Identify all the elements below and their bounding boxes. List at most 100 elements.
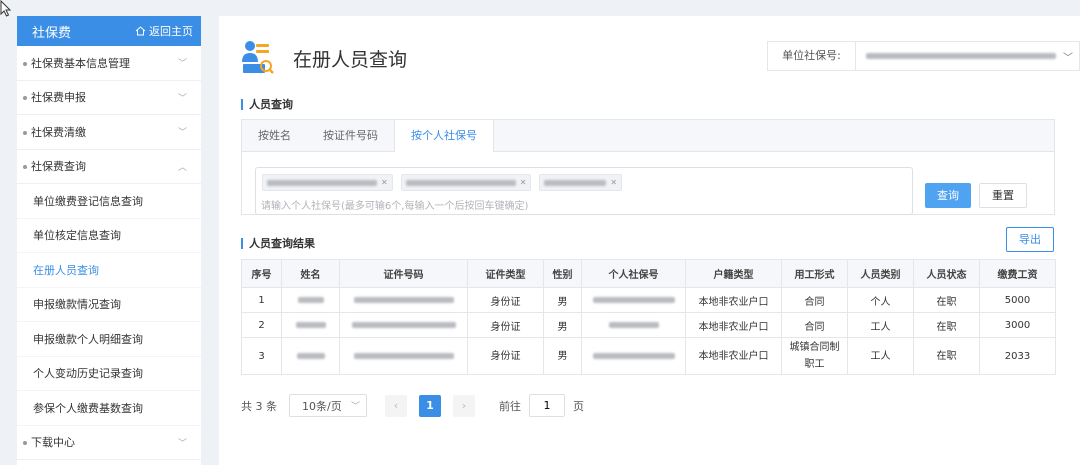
entered-tags: ✕ ✕ ✕ — [262, 174, 623, 191]
bullet-icon — [23, 61, 27, 66]
page-size-select[interactable]: 10条/页 ﹀ — [289, 394, 367, 417]
cell-gender: 男 — [543, 312, 582, 338]
table-header-row: 序号 姓名 证件号码 证件类型 性别 个人社保号 户籍类型 用工形式 人员类别 … — [241, 259, 1056, 288]
input-placeholder: 请输入个人社保号(最多可输6个,每输入一个后按回车键确定) — [261, 201, 529, 212]
redacted-value — [866, 53, 1056, 59]
cell-no: 3 — [241, 337, 282, 375]
cell-wage: 2033 — [979, 337, 1056, 375]
sidebar-header: 社保费 返回主页 — [17, 16, 201, 46]
sidebar-subitem-unit-registration[interactable]: 单位缴费登记信息查询 — [17, 184, 201, 219]
redacted-value — [296, 352, 325, 359]
column-header: 证件号码 — [339, 259, 468, 288]
bullet-icon — [23, 130, 27, 135]
bullet-icon — [23, 441, 27, 446]
export-button[interactable]: 导出 — [1006, 227, 1054, 252]
sidebar-item-label: 社保费申报 — [31, 91, 86, 105]
table-row: 3 身份证 男 本地非农业户口 城镇合同制职工 工人 在职 2033 — [241, 337, 1056, 375]
cell-id-type: 身份证 — [467, 287, 544, 313]
column-header: 个人社保号 — [581, 259, 686, 288]
cell-household: 本地非农业户口 — [685, 337, 782, 375]
unit-social-security-value: ﹀ — [856, 49, 1079, 64]
cell-social-security-number — [581, 312, 686, 338]
cell-name — [281, 287, 340, 313]
page-title: 在册人员查询 — [293, 48, 408, 71]
cell-id-number — [339, 337, 468, 375]
goto-page-input[interactable] — [529, 394, 565, 417]
reset-button[interactable]: 重置 — [979, 183, 1027, 208]
next-page-button[interactable]: › — [453, 394, 475, 417]
column-header: 证件类型 — [467, 259, 544, 288]
sidebar-subitem-personal-payment-detail[interactable]: 申报缴款个人明细查询 — [17, 322, 201, 357]
tab-by-name[interactable]: 按姓名 — [242, 120, 307, 151]
table-row: 2 身份证 男 本地非农业户口 合同 工人 在职 3000 — [241, 312, 1056, 338]
page-size-value: 10条/页 — [302, 399, 342, 413]
cell-id-number — [339, 312, 468, 338]
sidebar-item-basic-info[interactable]: 社保费基本信息管理 ﹀ — [17, 46, 201, 81]
redacted-value — [353, 352, 454, 359]
cell-gender: 男 — [543, 337, 582, 375]
sidebar-item-download-center[interactable]: 下载中心 ﹀ — [17, 426, 201, 460]
pagination: 共 3 条 10条/页 ﹀ ‹ 1 › 前往 页 — [241, 394, 584, 417]
tab-by-social-security-number[interactable]: 按个人社保号 — [394, 120, 494, 152]
sidebar-item-label: 社保费查询 — [31, 160, 86, 174]
redacted-value — [405, 179, 516, 186]
sidebar-subitem-change-history[interactable]: 个人变动历史记录查询 — [17, 357, 201, 391]
cell-household: 本地非农业户口 — [685, 312, 782, 338]
sidebar-item-label: 下载中心 — [31, 436, 75, 450]
cell-social-security-number — [581, 337, 686, 375]
sidebar-item-query[interactable]: 社保费查询 ︿ — [17, 150, 201, 184]
close-icon[interactable]: ✕ — [381, 178, 388, 187]
cell-household: 本地非农业户口 — [685, 287, 782, 313]
tab-by-id-number[interactable]: 按证件号码 — [307, 120, 394, 151]
chevron-down-icon: ﹀ — [177, 438, 187, 449]
sidebar-item-settle[interactable]: 社保费清缴 ﹀ — [17, 115, 201, 150]
sidebar-title: 社保费 — [32, 25, 72, 41]
mouse-cursor-icon — [0, 0, 12, 17]
chevron-up-icon: ︿ — [177, 162, 187, 173]
home-link[interactable]: 返回主页 — [135, 23, 193, 39]
unit-social-security-selector[interactable]: 单位社保号: ﹀ — [767, 41, 1080, 71]
sidebar-subitem-payment-status[interactable]: 申报缴款情况查询 — [17, 288, 201, 322]
main-panel: 在册人员查询 单位社保号: ﹀ 人员查询 按姓名 按证件号码 按个人社保号 ✕ … — [219, 16, 1080, 465]
query-button[interactable]: 查询 — [925, 183, 971, 208]
cell-no: 1 — [241, 287, 282, 313]
sidebar: 社保费 返回主页 社保费基本信息管理 ﹀ 社保费申报 ﹀ 社保费清缴 ﹀ 社保费… — [17, 16, 201, 465]
cell-id-type: 身份证 — [467, 337, 544, 375]
redacted-value — [544, 179, 607, 186]
cell-social-security-number — [581, 287, 686, 313]
cell-id-number — [339, 287, 468, 313]
sidebar-subitem-unit-approval[interactable]: 单位核定信息查询 — [17, 219, 201, 253]
redacted-value — [295, 321, 326, 328]
sidebar-subitem-registered-personnel[interactable]: 在册人员查询 — [17, 253, 201, 288]
redacted-value — [297, 296, 324, 303]
column-header: 户籍类型 — [685, 259, 782, 288]
chevron-down-icon: ﹀ — [177, 128, 187, 139]
entered-tag: ✕ — [539, 174, 623, 191]
sidebar-subitem-payment-base[interactable]: 参保个人缴费基数查询 — [17, 391, 201, 426]
column-header: 人员类别 — [847, 259, 914, 288]
page-header: 在册人员查询 — [241, 40, 407, 76]
cell-name — [281, 337, 340, 375]
search-tabs: 按姓名 按证件号码 按个人社保号 — [242, 120, 1054, 152]
sidebar-item-declare[interactable]: 社保费申报 ﹀ — [17, 81, 201, 115]
close-icon[interactable]: ✕ — [520, 178, 527, 187]
close-icon[interactable]: ✕ — [610, 178, 617, 187]
unit-social-security-label: 单位社保号: — [768, 42, 856, 70]
chevron-down-icon: ﹀ — [177, 59, 187, 70]
page-number-current[interactable]: 1 — [419, 394, 441, 417]
personnel-search-icon — [242, 41, 274, 74]
goto-label: 前往 — [499, 399, 521, 413]
results-table: 序号 姓名 证件号码 证件类型 性别 个人社保号 户籍类型 用工形式 人员类别 … — [241, 259, 1056, 375]
cell-status: 在职 — [913, 287, 980, 313]
column-header: 缴费工资 — [979, 259, 1056, 288]
chevron-down-icon: ﹀ — [350, 402, 360, 412]
redacted-value — [592, 352, 675, 359]
column-header: 序号 — [241, 259, 282, 288]
search-section-title: 人员查询 — [241, 96, 293, 112]
home-link-label: 返回主页 — [149, 25, 193, 38]
prev-page-button[interactable]: ‹ — [385, 394, 407, 417]
cell-wage: 5000 — [979, 287, 1056, 313]
redacted-value — [353, 296, 454, 303]
social-security-number-input[interactable]: ✕ ✕ ✕ 请输入个人社保号(最多可输6个,每输入一个后按回车键确定) — [255, 167, 913, 215]
cell-employment: 合同 — [781, 287, 848, 313]
